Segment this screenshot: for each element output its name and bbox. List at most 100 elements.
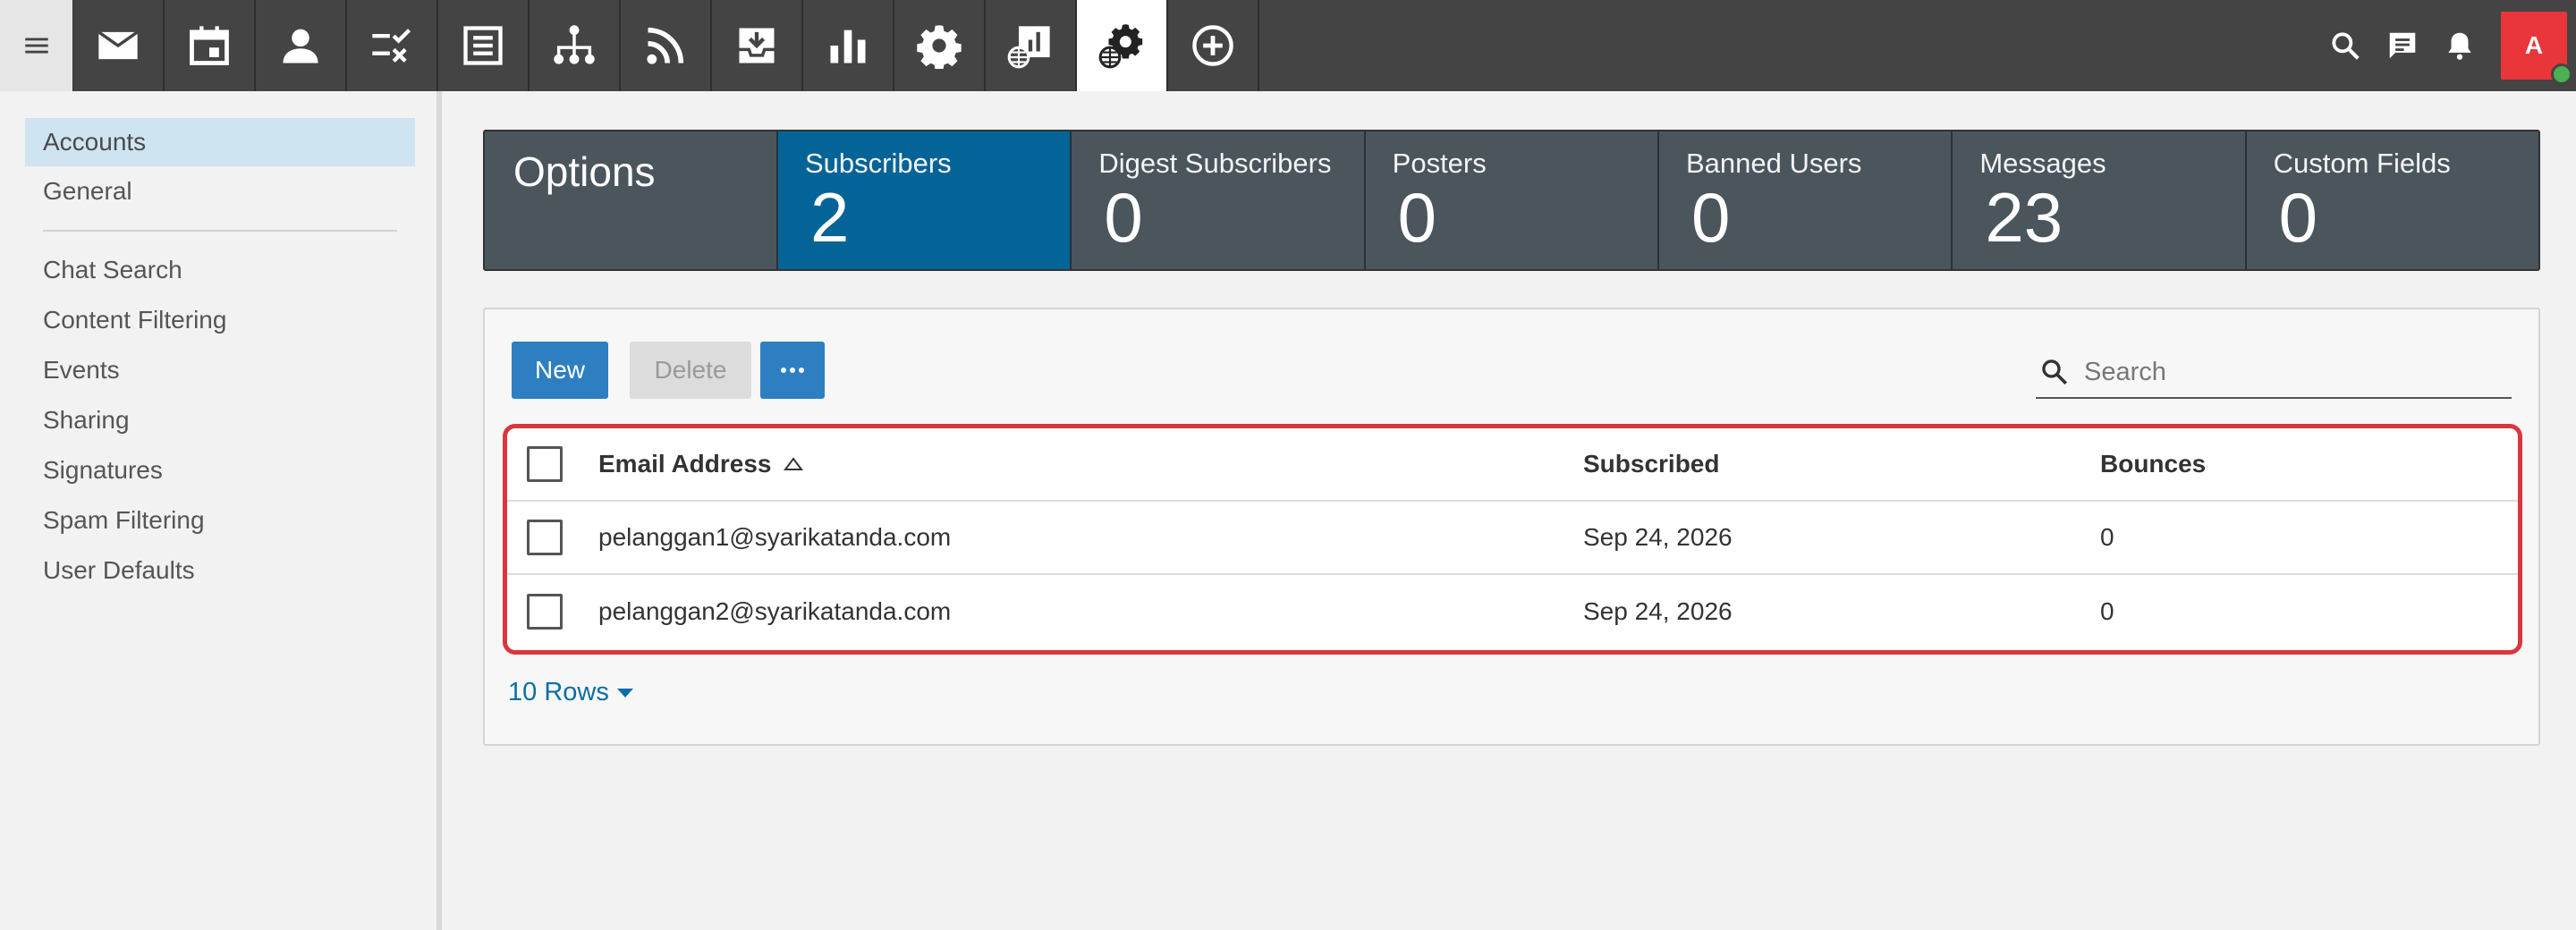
stat-value: 0 <box>2278 178 2318 257</box>
search-input[interactable] <box>2084 357 2478 387</box>
table-row[interactable]: pelanggan1@syarikatanda.com Sep 24, 2026… <box>507 502 2518 575</box>
select-all-checkbox[interactable] <box>527 446 563 482</box>
stat-tab-messages[interactable]: Messages 23 <box>1953 131 2247 269</box>
app-tab-archive[interactable] <box>712 0 803 91</box>
global-search-button[interactable] <box>2317 0 2374 91</box>
stat-label: Custom Fields <box>2273 148 2451 179</box>
app-tab-domain-settings[interactable] <box>1077 0 1168 91</box>
org-chart-icon <box>554 25 595 64</box>
stat-label: Messages <box>1979 148 2106 179</box>
stat-tab-digest-subscribers[interactable]: Digest Subscribers 0 <box>1072 131 1366 269</box>
globe-report-icon <box>1007 26 1050 69</box>
email-cell: pelanggan2@syarikatanda.com <box>598 597 952 625</box>
calendar-icon <box>190 26 229 65</box>
settings-sidebar: Accounts General Chat Search Content Fil… <box>0 91 442 930</box>
search-box <box>2036 347 2512 399</box>
sidebar-item-user-defaults[interactable]: User Defaults <box>25 546 415 595</box>
stat-value: 0 <box>1397 178 1437 257</box>
app-tab-settings[interactable] <box>894 0 986 91</box>
sort-ascending-icon <box>784 457 804 470</box>
sidebar-item-spam-filtering[interactable]: Spam Filtering <box>25 496 415 545</box>
subscribed-cell: Sep 24, 2026 <box>1583 597 1733 625</box>
sidebar-item-label: Chat Search <box>43 256 182 283</box>
sidebar-divider <box>43 230 397 232</box>
sidebar-item-chat-search[interactable]: Chat Search <box>25 246 415 294</box>
app-tab-contacts[interactable] <box>256 0 347 91</box>
chat-button[interactable] <box>2374 0 2431 91</box>
caret-down-icon <box>616 688 633 698</box>
column-header-subscribed[interactable]: Subscribed <box>1583 450 1719 478</box>
options-tab[interactable]: Options <box>485 131 778 269</box>
sidebar-item-label: Sharing <box>43 406 130 434</box>
envelope-icon <box>97 30 139 60</box>
app-tab-mail[interactable] <box>73 0 165 91</box>
globe-gear-icon <box>1098 24 1143 69</box>
stat-label: Subscribers <box>805 148 952 179</box>
column-header-email[interactable]: Email Address <box>598 450 804 478</box>
app-tab-tasks[interactable] <box>347 0 438 91</box>
hamburger-menu-button[interactable] <box>0 0 73 91</box>
sidebar-item-label: Events <box>43 356 120 384</box>
delete-button[interactable]: Delete <box>630 342 751 399</box>
subscribers-table: Email Address Subscribed Bounces pelangg… <box>503 424 2522 655</box>
app-tab-calendar[interactable] <box>165 0 256 91</box>
bounces-cell: 0 <box>2100 597 2114 625</box>
app-tab-add[interactable] <box>1168 0 1259 91</box>
rows-per-page-dropdown[interactable]: 10 Rows <box>508 678 634 707</box>
app-tab-notes[interactable] <box>438 0 530 91</box>
top-right-actions: A <box>2317 0 2576 91</box>
bar-chart-icon <box>830 30 866 63</box>
user-avatar[interactable]: A <box>2501 12 2572 85</box>
stat-label: Posters <box>1392 148 1487 179</box>
tasks-icon <box>372 29 411 63</box>
rows-per-page-label: 10 Rows <box>508 678 609 706</box>
sidebar-item-label: Spam Filtering <box>43 506 205 534</box>
notes-icon <box>463 26 503 65</box>
sidebar-item-events[interactable]: Events <box>25 346 415 394</box>
sidebar-item-general[interactable]: General <box>25 167 415 216</box>
sidebar-item-label: User Defaults <box>43 556 195 584</box>
stat-value: 23 <box>1985 178 2063 257</box>
subscribed-cell: Sep 24, 2026 <box>1583 523 1733 551</box>
notifications-button[interactable] <box>2431 0 2488 91</box>
download-tray-icon <box>739 28 775 63</box>
sidebar-item-label: Signatures <box>43 456 163 484</box>
column-header-bounces[interactable]: Bounces <box>2100 450 2206 478</box>
stat-value: 0 <box>1690 178 1731 257</box>
options-title: Options <box>513 148 656 195</box>
mailing-list-stats-bar: Options Subscribers 2 Digest Subscribers… <box>483 130 2540 271</box>
table-row[interactable]: pelanggan2@syarikatanda.com Sep 24, 2026… <box>507 575 2518 648</box>
stat-tab-subscribers[interactable]: Subscribers 2 <box>778 131 1072 269</box>
avatar-letter: A <box>2524 31 2544 59</box>
app-tab-org-chart[interactable] <box>530 0 621 91</box>
ellipsis-icon <box>781 368 804 373</box>
row-checkbox[interactable] <box>527 594 563 630</box>
column-header-label: Email Address <box>598 450 772 478</box>
bounces-cell: 0 <box>2100 523 2114 551</box>
stat-tab-posters[interactable]: Posters 0 <box>1366 131 1659 269</box>
gear-icon <box>917 25 962 69</box>
hamburger-icon <box>24 38 48 54</box>
sidebar-item-sharing[interactable]: Sharing <box>25 396 415 444</box>
sidebar-item-content-filtering[interactable]: Content Filtering <box>25 296 415 344</box>
presence-indicator <box>2551 63 2572 85</box>
sidebar-item-signatures[interactable]: Signatures <box>25 446 415 495</box>
subscribers-panel: New Delete Email Address Subscribed Boun… <box>483 308 2540 746</box>
app-tab-feeds[interactable] <box>621 0 712 91</box>
stat-tab-custom-fields[interactable]: Custom Fields 0 <box>2247 131 2538 269</box>
more-actions-button[interactable] <box>760 342 825 399</box>
bell-icon <box>2448 32 2471 60</box>
email-cell: pelanggan1@syarikatanda.com <box>598 523 952 551</box>
stat-tab-banned-users[interactable]: Banned Users 0 <box>1659 131 1953 269</box>
row-checkbox[interactable] <box>527 520 563 555</box>
table-header-row: Email Address Subscribed Bounces <box>507 428 2518 502</box>
app-tab-reports[interactable] <box>803 0 894 91</box>
app-tab-domain-reports[interactable] <box>986 0 1077 91</box>
plus-circle-icon <box>1192 25 1233 66</box>
sidebar-item-label: Accounts <box>43 128 147 156</box>
sidebar-item-accounts[interactable]: Accounts <box>25 118 415 166</box>
search-icon <box>2042 359 2068 385</box>
stat-label: Banned Users <box>1685 148 1862 179</box>
new-button[interactable]: New <box>512 342 608 399</box>
stat-value: 2 <box>810 178 850 257</box>
